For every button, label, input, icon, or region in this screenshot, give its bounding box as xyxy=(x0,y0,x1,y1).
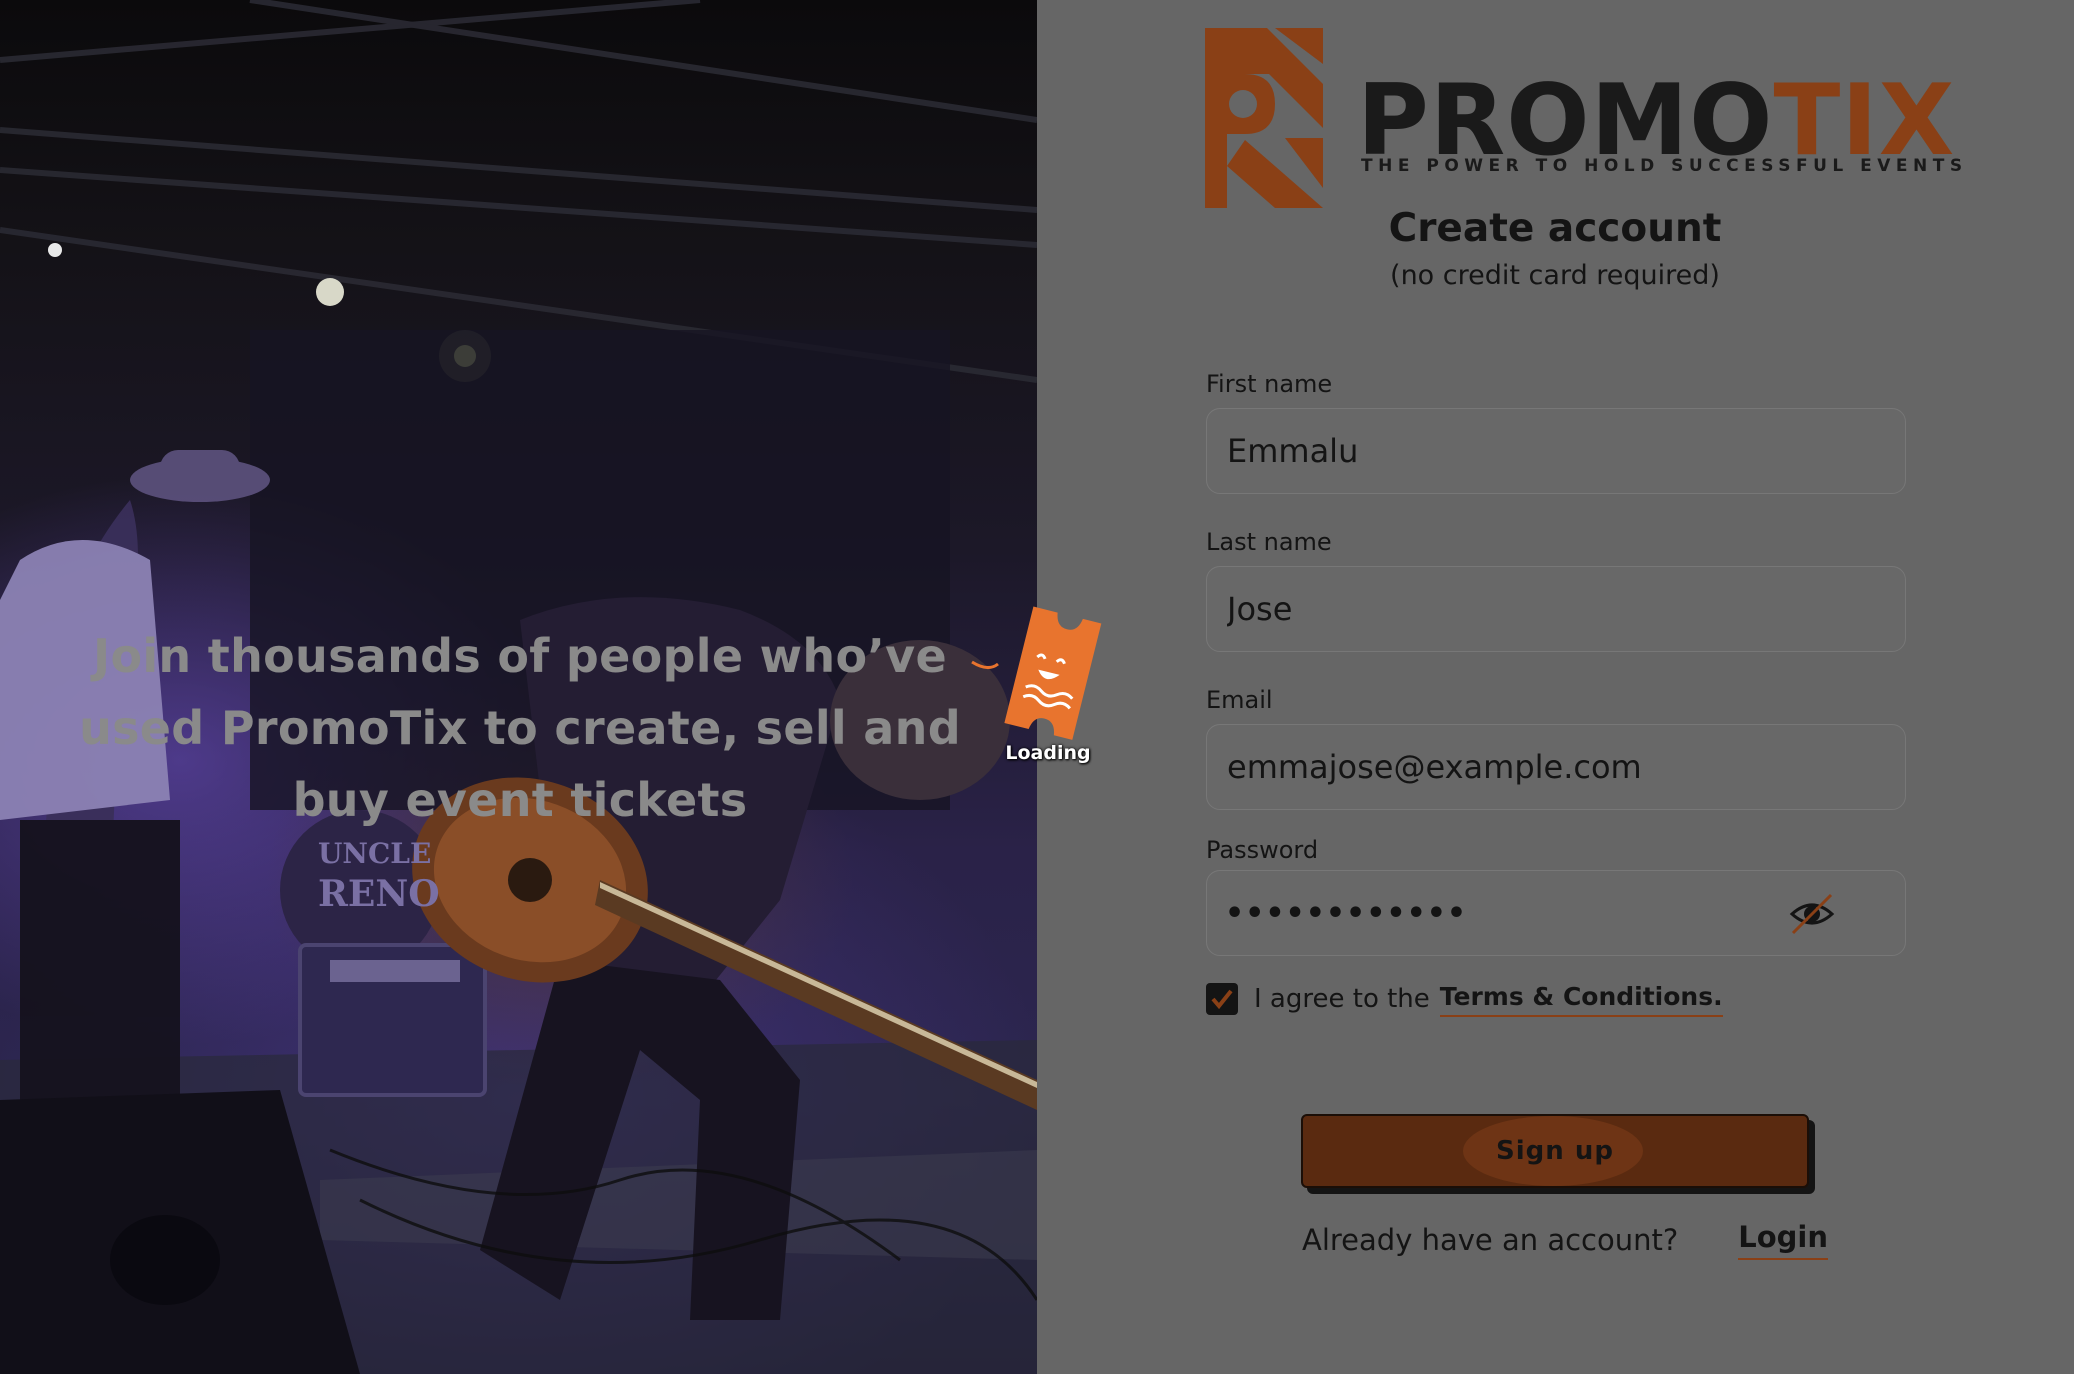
password-label: Password xyxy=(1206,836,1319,864)
terms-agree-text: I agree to the xyxy=(1254,984,1430,1014)
terms-checkbox[interactable] xyxy=(1206,983,1238,1015)
page-subtitle: (no credit card required) xyxy=(1390,260,1720,291)
page-title: Create account xyxy=(1388,206,1722,251)
last-name-label: Last name xyxy=(1206,528,1332,556)
last-name-field-wrapper xyxy=(1206,566,1906,652)
login-prompt: Already have an account? xyxy=(1302,1223,1679,1257)
loading-label: Loading xyxy=(1005,742,1091,764)
checkmark-icon xyxy=(1211,989,1233,1010)
ticket-icon xyxy=(971,606,1102,740)
hero-image-panel: UNCLE RENO Join thousands of people who’… xyxy=(0,0,1037,1374)
login-link[interactable]: Login xyxy=(1738,1220,1828,1260)
first-name-input[interactable] xyxy=(1225,431,1887,471)
last-name-input[interactable] xyxy=(1225,589,1887,629)
signup-button[interactable]: Sign up xyxy=(1301,1114,1809,1188)
password-field[interactable]: •••••••••••• xyxy=(1206,870,1906,956)
signup-button-label: Sign up xyxy=(1496,1136,1614,1166)
eye-slash-icon[interactable] xyxy=(1789,891,1835,937)
login-row: Already have an account? Login xyxy=(1302,1220,1828,1260)
first-name-field-wrapper xyxy=(1206,408,1906,494)
drum-lettering: UNCLE RENO xyxy=(318,834,440,915)
loading-indicator: Loading xyxy=(968,602,1118,772)
promotix-logo-mark-icon xyxy=(1205,28,1323,208)
promotix-logo[interactable]: PROMOTIX THE POWER TO HOLD SUCCESSFUL EV… xyxy=(1205,28,1962,210)
password-masked-value: •••••••••••• xyxy=(1225,895,1468,931)
first-name-label: First name xyxy=(1206,370,1333,398)
terms-agreement-row: I agree to the Terms & Conditions. xyxy=(1206,980,1723,1018)
email-field-wrapper xyxy=(1206,724,1906,810)
email-input[interactable] xyxy=(1225,747,1887,787)
logo-tagline: THE POWER TO HOLD SUCCESSFUL EVENTS xyxy=(1361,156,1968,176)
terms-link[interactable]: Terms & Conditions. xyxy=(1439,982,1723,1017)
drum-text-line1: UNCLE xyxy=(318,837,432,870)
hero-tagline: Join thousands of people who’ve used Pro… xyxy=(79,629,961,827)
email-label: Email xyxy=(1206,686,1273,714)
drum-text-line2: RENO xyxy=(318,873,440,915)
